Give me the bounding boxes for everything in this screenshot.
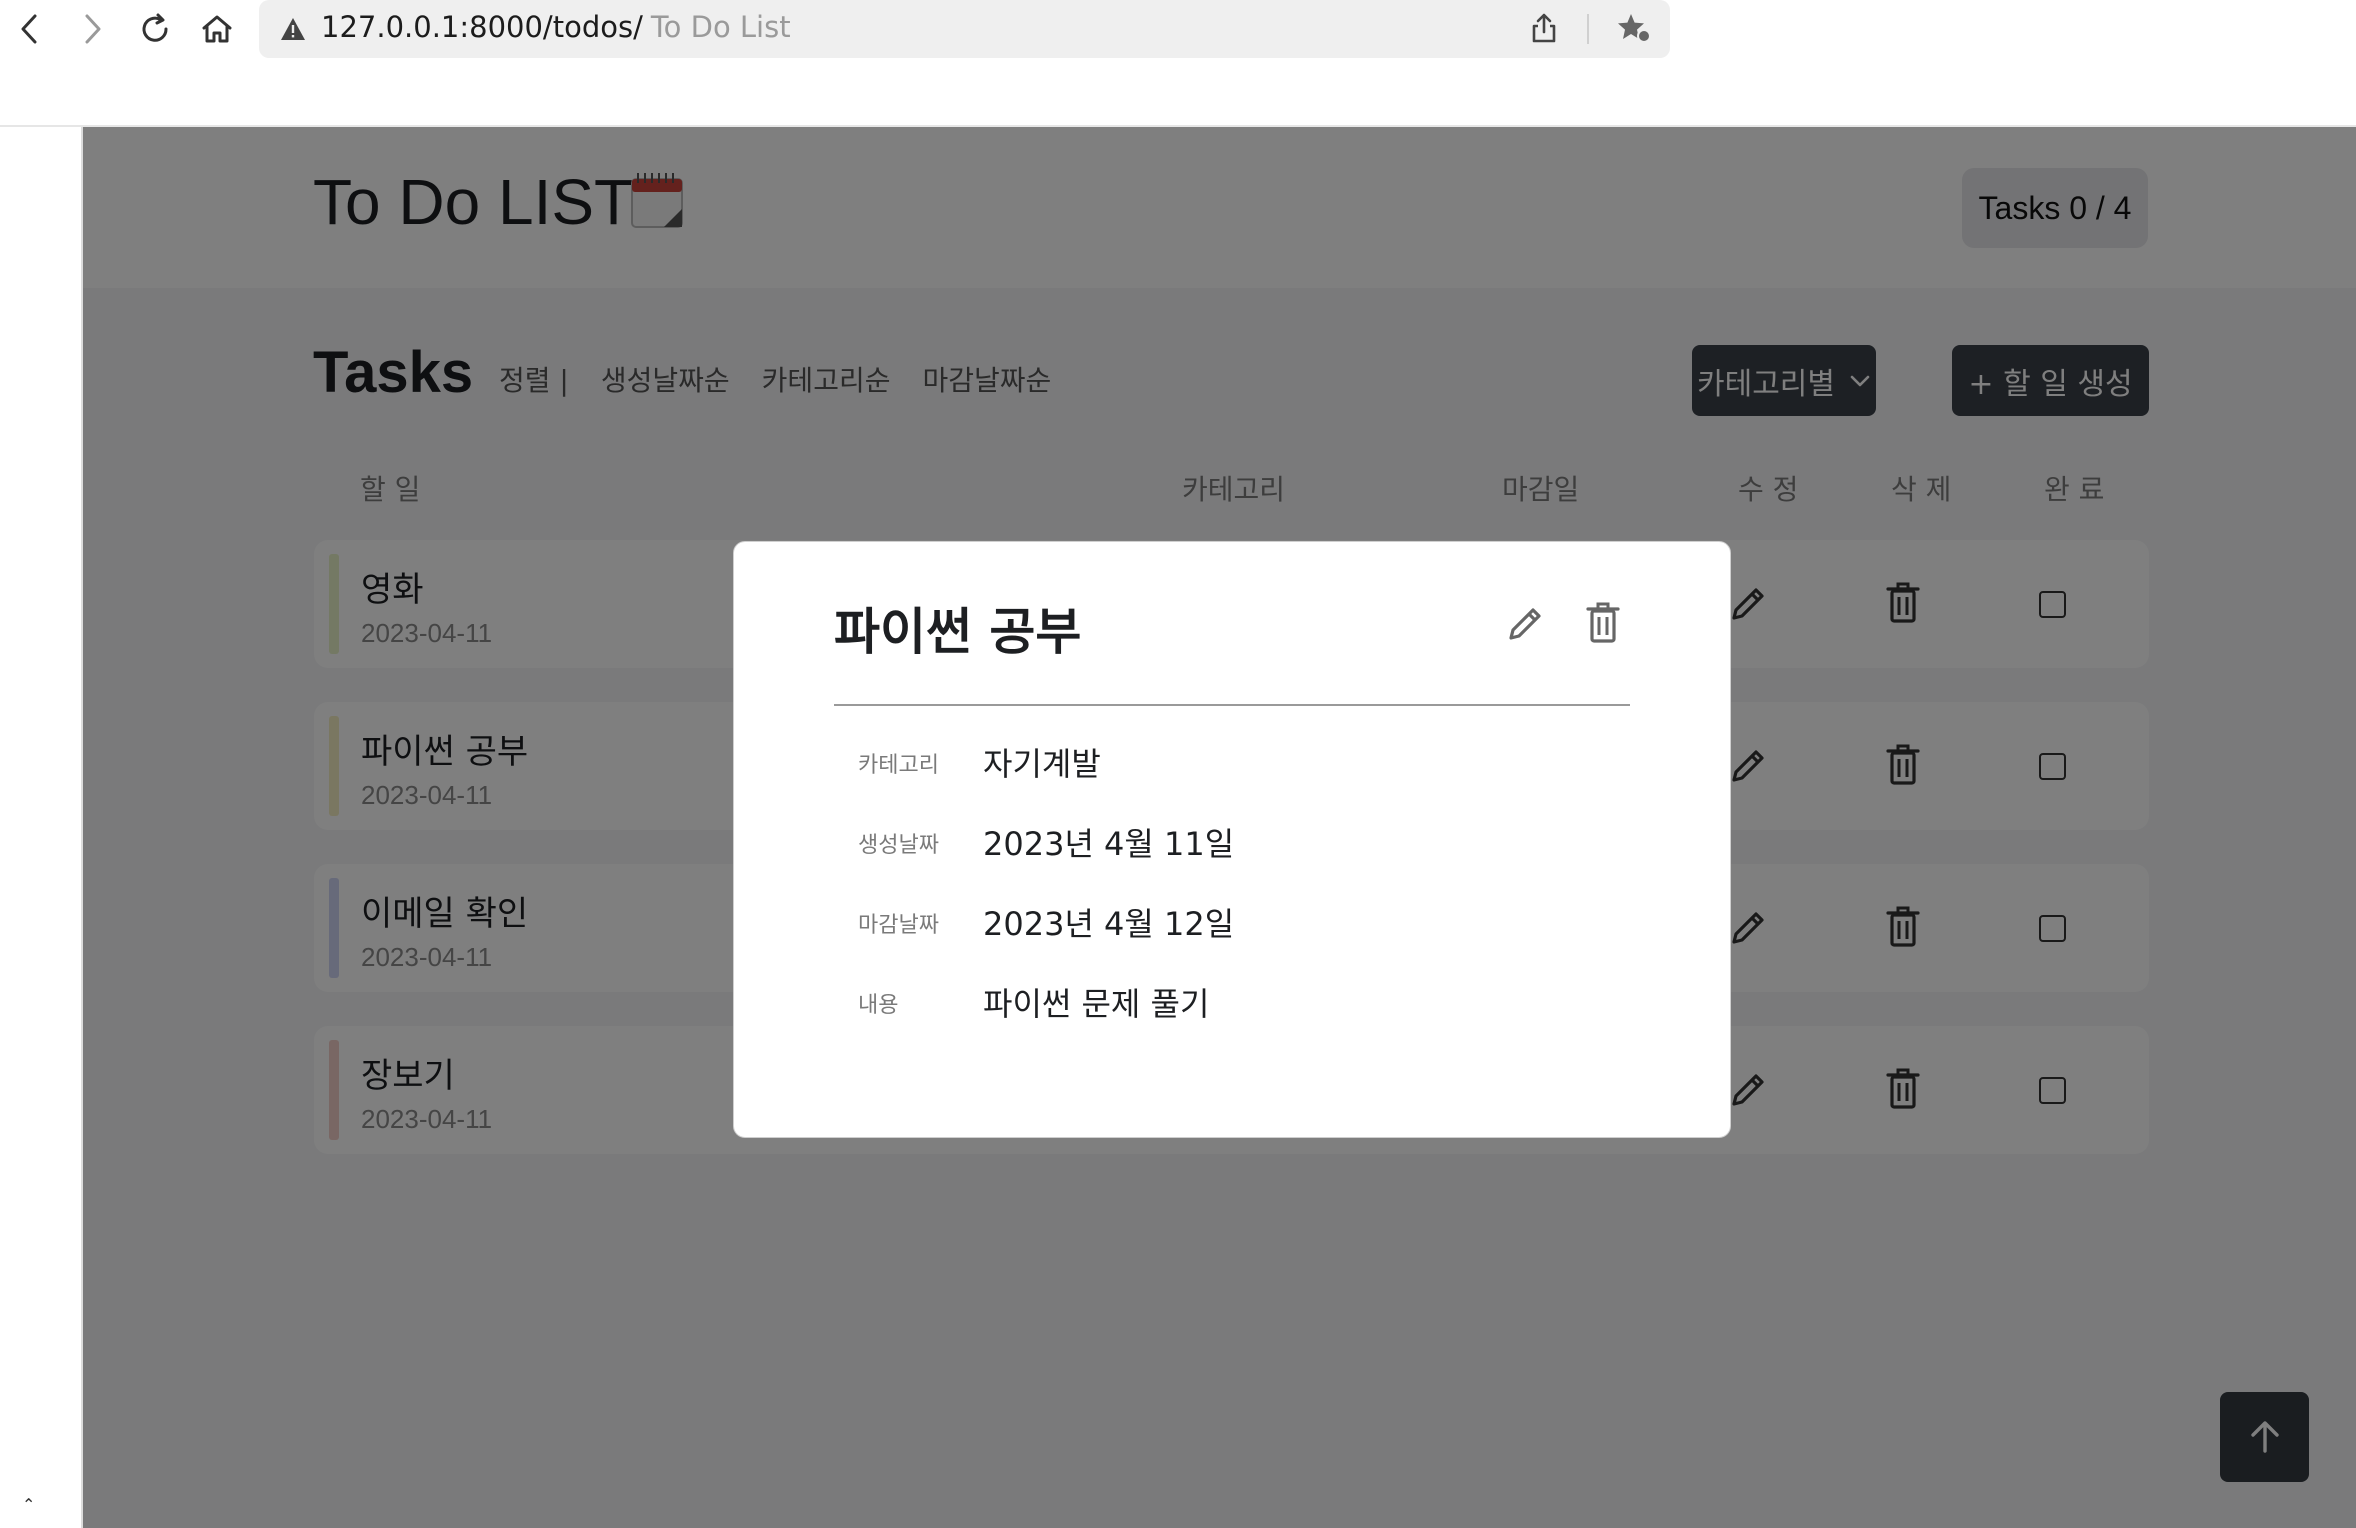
todo-detail-modal: 파이썬 공부 카테고리 자기계발 생성날짜 2023년 4월 11일 마감날짜 … xyxy=(733,541,1731,1138)
page-title-text: To Do List xyxy=(650,10,791,44)
detail-label-content: 내용 xyxy=(858,993,899,1018)
share-icon[interactable] xyxy=(1530,12,1558,44)
url-separator xyxy=(1587,14,1589,44)
pencil-icon[interactable] xyxy=(1505,602,1547,644)
detail-label-deadline: 마감날짜 xyxy=(858,913,939,938)
warning-icon xyxy=(281,18,305,40)
detail-label-category: 카테고리 xyxy=(858,753,939,778)
reload-icon xyxy=(142,13,168,42)
trash-icon[interactable] xyxy=(1585,602,1621,644)
caret-icon: ⌃ xyxy=(22,1495,36,1514)
home-button[interactable] xyxy=(196,8,238,50)
back-button[interactable] xyxy=(8,8,50,50)
url-text: 127.0.0.1:8000/todos/ xyxy=(321,10,643,44)
browser-toolbar: 127.0.0.1:8000/todos/To Do List xyxy=(0,0,2356,127)
detail-value-category: 자기계발 xyxy=(983,745,1101,783)
detail-value-created: 2023년 4월 11일 xyxy=(983,825,1235,863)
left-sidebar-strip: ⌃ xyxy=(0,127,83,1528)
forward-button[interactable] xyxy=(72,8,114,50)
back-arrow-icon xyxy=(21,14,37,44)
modal-divider xyxy=(834,704,1630,706)
detail-value-deadline: 2023년 4월 12일 xyxy=(983,905,1235,943)
reload-button[interactable] xyxy=(134,8,176,50)
address-bar[interactable]: 127.0.0.1:8000/todos/To Do List xyxy=(259,0,1670,58)
star-icon[interactable] xyxy=(1617,12,1651,44)
modal-title: 파이썬 공부 xyxy=(834,603,1082,661)
forward-arrow-icon xyxy=(85,14,101,44)
detail-value-content: 파이썬 문제 풀기 xyxy=(983,985,1210,1023)
home-icon xyxy=(202,15,232,43)
detail-label-created: 생성날짜 xyxy=(858,833,939,858)
